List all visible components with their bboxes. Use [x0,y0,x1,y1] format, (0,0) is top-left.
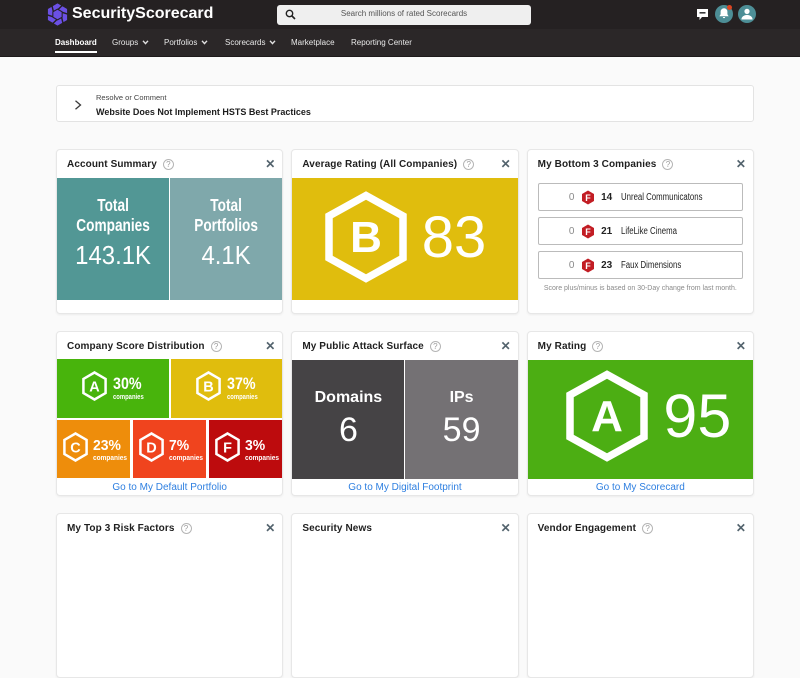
svg-text:F: F [585,193,591,203]
svg-text:C: C [71,440,82,456]
svg-text:A: A [89,379,100,395]
svg-text:F: F [585,261,591,271]
svg-text:B: B [203,379,213,395]
svg-text:F: F [585,227,591,237]
svg-text:F: F [224,440,233,456]
svg-text:D: D [147,440,157,456]
svg-text:A: A [592,392,624,441]
svg-text:B: B [350,213,382,262]
